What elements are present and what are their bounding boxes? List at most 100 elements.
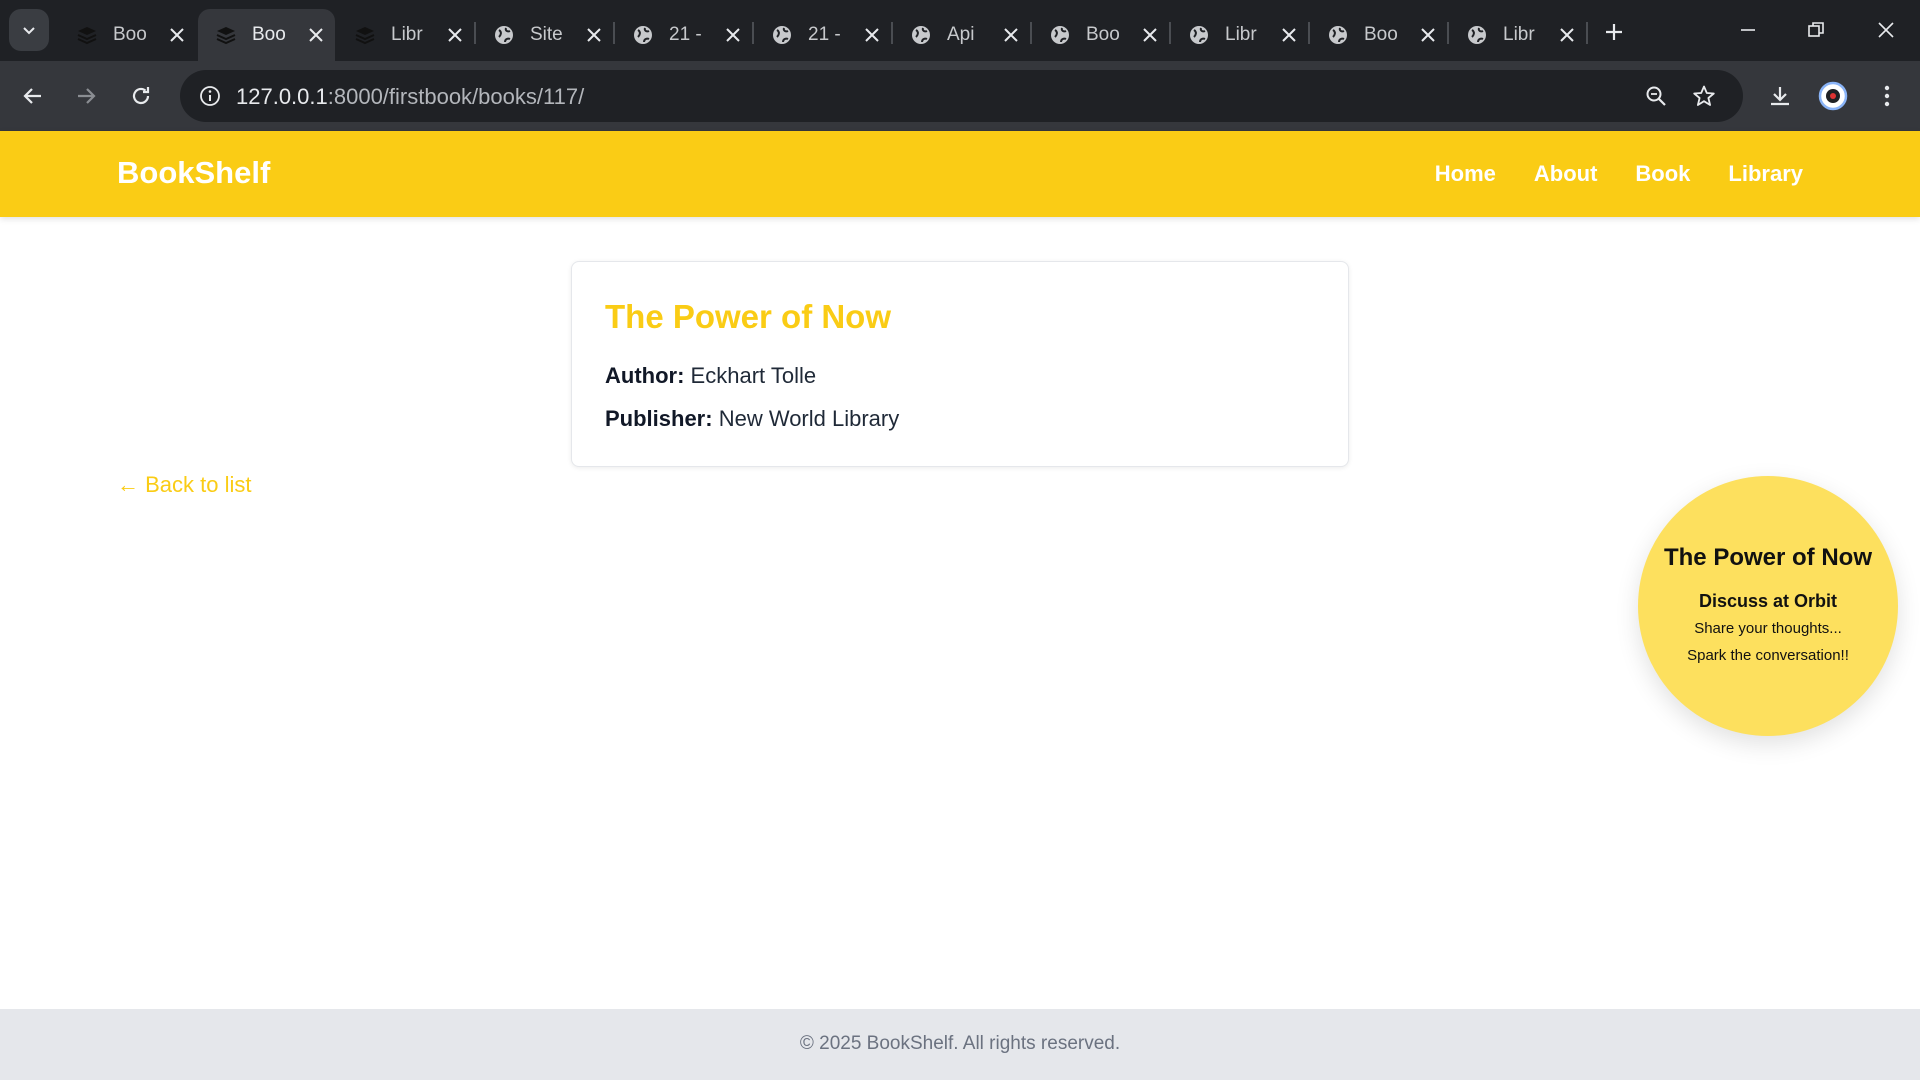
forward-button[interactable] [65, 75, 107, 117]
close-tab-icon[interactable] [999, 23, 1023, 47]
close-tab-icon[interactable] [1138, 23, 1162, 47]
plus-icon [1606, 24, 1622, 40]
close-tab-icon[interactable] [165, 23, 189, 47]
globe-icon [631, 23, 655, 47]
author-value: Eckhart Tolle [690, 363, 817, 388]
books-icon [353, 23, 377, 47]
tab-title: Api [947, 24, 975, 45]
arrow-right-icon [78, 88, 96, 104]
browser-toolbar: 127.0.0.1:8000/firstbook/books/117/ [0, 61, 1920, 131]
orbit-line-1: Share your thoughts... [1694, 620, 1842, 637]
tab-title: Boo [1086, 24, 1120, 45]
close-tab-icon[interactable] [443, 23, 467, 47]
nav-library-link[interactable]: Library [1728, 161, 1803, 187]
orbit-subtitle: Discuss at Orbit [1698, 591, 1838, 611]
close-tab-icon[interactable] [1416, 23, 1440, 47]
reload-button[interactable] [120, 75, 162, 117]
menu-button[interactable] [1866, 75, 1908, 117]
book-card: The Power of Now Author: Eckhart Tolle P… [571, 261, 1349, 467]
browser-tab[interactable]: Boo [198, 9, 335, 61]
site-info-button[interactable] [192, 78, 228, 114]
tab-strip: Boo Boo Libr Site 21 - 21 - Api Boo Libr Boo Libr [0, 0, 1920, 61]
globe-icon [492, 23, 516, 47]
close-tab-icon[interactable] [582, 23, 606, 47]
close-icon [1878, 22, 1894, 38]
new-tab-button[interactable] [1596, 14, 1632, 50]
close-window-button[interactable] [1858, 8, 1914, 52]
avatar [1818, 81, 1848, 111]
globe-icon [1187, 23, 1211, 47]
tab-title: Boo [1364, 24, 1398, 45]
site-navbar: BookShelf Home About Book Library [0, 131, 1920, 217]
more-vertical-icon [1884, 85, 1890, 107]
back-to-list-link[interactable]: ← Back to list [117, 472, 251, 498]
zoom-button[interactable] [1638, 78, 1674, 114]
copyright-text: © 2025 BookShelf. All rights reserved. [799, 1033, 1121, 1054]
publisher-value: New World Library [718, 406, 900, 431]
tab-title: Site [530, 24, 563, 45]
close-tab-icon[interactable] [1555, 23, 1579, 47]
browser-tab[interactable]: Boo [1310, 9, 1447, 61]
books-icon [75, 23, 99, 47]
tab-title: 21 - [669, 24, 702, 45]
browser-tab[interactable]: 21 - [615, 9, 752, 61]
tab-title: 21 - [808, 24, 841, 45]
close-tab-icon[interactable] [721, 23, 745, 47]
browser-tab[interactable]: Libr [1171, 9, 1308, 61]
download-icon [1771, 87, 1789, 106]
browser-tab[interactable]: Boo [59, 9, 196, 61]
browser-tab[interactable]: Site [476, 9, 613, 61]
profile-button[interactable] [1812, 75, 1854, 117]
zoom-icon [1646, 86, 1666, 106]
tab-title: Boo [252, 24, 286, 45]
author-label: Author: [605, 363, 685, 388]
back-button[interactable] [12, 75, 54, 117]
nav-home-link[interactable]: Home [1435, 161, 1496, 187]
site-brand[interactable]: BookShelf [117, 155, 270, 191]
globe-icon [1465, 23, 1489, 47]
address-bar[interactable]: 127.0.0.1:8000/firstbook/books/117/ [180, 70, 1743, 122]
nav-book-link[interactable]: Book [1635, 161, 1690, 187]
browser-tab[interactable]: Boo [1032, 9, 1169, 61]
globe-icon [1048, 23, 1072, 47]
nav-about-link[interactable]: About [1534, 161, 1598, 187]
arrow-left-icon [23, 88, 41, 104]
books-icon [214, 23, 238, 47]
book-title: The Power of Now [605, 298, 892, 335]
browser-tab[interactable]: Api [893, 9, 1030, 61]
globe-icon [909, 23, 933, 47]
restore-button[interactable] [1788, 8, 1844, 52]
bookmark-button[interactable] [1686, 78, 1722, 114]
restore-icon [1808, 22, 1824, 37]
tab-title: Libr [1225, 24, 1257, 45]
tab-title: Libr [1503, 24, 1535, 45]
globe-icon [1326, 23, 1350, 47]
tab-search-button[interactable] [9, 9, 49, 51]
book-publisher: Publisher: New World Library [605, 406, 899, 432]
close-tab-icon[interactable] [304, 23, 328, 47]
book-author: Author: Eckhart Tolle [605, 363, 816, 389]
url-text[interactable]: 127.0.0.1:8000/firstbook/books/117/ [236, 84, 584, 110]
tab-title: Libr [391, 24, 423, 45]
orbit-title: The Power of Now [1663, 544, 1872, 571]
downloads-button[interactable] [1759, 75, 1801, 117]
url-path: :8000/firstbook/books/117/ [327, 84, 585, 109]
close-tab-icon[interactable] [860, 23, 884, 47]
browser-tab[interactable]: Libr [1449, 9, 1586, 61]
minimize-icon [1741, 29, 1755, 31]
close-tab-icon[interactable] [1277, 23, 1301, 47]
minimize-button[interactable] [1720, 8, 1776, 52]
tab-separator [1586, 22, 1588, 44]
orbit-line-2: Spark the conversation!! [1687, 647, 1849, 664]
chevron-down-icon [23, 27, 35, 35]
url-host: 127.0.0.1 [236, 84, 328, 109]
browser-tab[interactable]: 21 - [754, 9, 891, 61]
info-icon [200, 86, 220, 106]
browser-tab[interactable]: Libr [337, 9, 474, 61]
site-nav: Home About Book Library [1397, 161, 1803, 187]
orbit-discussion-bubble[interactable]: The Power of Now Discuss at Orbit Share … [1638, 476, 1898, 736]
globe-icon [770, 23, 794, 47]
tab-title: Boo [113, 24, 147, 45]
publisher-label: Publisher: [605, 406, 713, 431]
star-icon [1693, 85, 1715, 106]
